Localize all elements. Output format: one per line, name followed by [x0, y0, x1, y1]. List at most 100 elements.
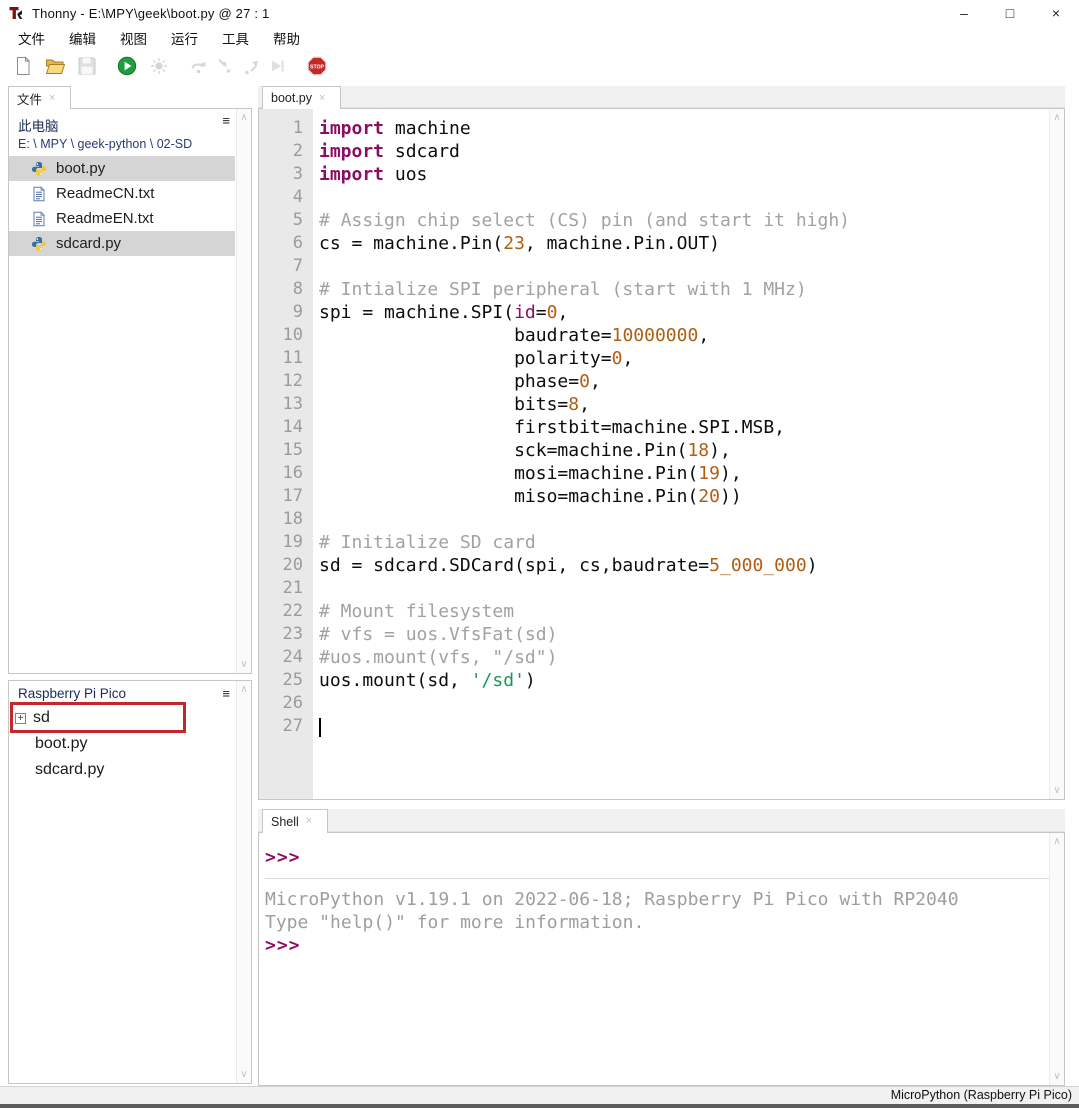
pico-panel-menu-icon[interactable]: ≡	[222, 687, 230, 700]
menu-edit[interactable]: 编辑	[59, 26, 106, 50]
shell-text: MicroPython v1.19.1 on 2022-06-18; Raspb…	[265, 889, 959, 910]
shell-prompt: >>>	[265, 847, 301, 868]
tab-files[interactable]: 文件 ×	[8, 86, 71, 109]
pico-panel-header: Raspberry Pi Pico	[9, 681, 251, 705]
code-line	[319, 692, 1049, 715]
line-number: 10	[259, 324, 303, 347]
scroll-down-icon[interactable]: ∨	[1050, 1071, 1064, 1082]
new-file-button[interactable]	[10, 53, 36, 79]
files-scrollbar[interactable]: ∧ ∨	[236, 109, 251, 673]
expander-plus-icon[interactable]: +	[15, 713, 26, 724]
line-number: 8	[259, 278, 303, 301]
code-line: # Assign chip select (CS) pin (and start…	[319, 209, 1049, 232]
token-str: '/sd'	[471, 670, 525, 691]
menu-run[interactable]: 运行	[161, 26, 208, 50]
menu-tools[interactable]: 工具	[212, 26, 259, 50]
editor-tabstrip	[258, 86, 1065, 108]
token-plain: , machine.Pin.OUT)	[525, 233, 720, 254]
text-cursor	[319, 718, 321, 737]
tab-shell[interactable]: Shell ×	[262, 809, 328, 833]
token-num: 23	[503, 233, 525, 254]
code-line: sd = sdcard.SDCard(spi, cs,baudrate=5_00…	[319, 554, 1049, 577]
token-plain: phase=	[319, 371, 579, 392]
token-plain: sck=machine.Pin(	[319, 440, 687, 461]
status-bar: MicroPython (Raspberry Pi Pico)	[0, 1086, 1079, 1104]
menu-help[interactable]: 帮助	[263, 26, 310, 50]
shell-prompt: >>>	[265, 935, 301, 956]
files-panel: 此电脑 E: \ MPY \ geek-python \ 02-SD ≡ boo…	[8, 108, 252, 674]
shell-prompt-line: >>>	[265, 846, 1049, 869]
shell-output[interactable]: >>> MicroPython v1.19.1 on 2022-06-18; Ra…	[259, 833, 1049, 1085]
svg-text:STOP: STOP	[310, 64, 325, 70]
file-list-item[interactable]: ReadmeEN.txt	[9, 206, 235, 231]
code-area[interactable]: import machineimport sdcardimport uos # …	[313, 109, 1049, 799]
token-plain: uos.mount(sd,	[319, 670, 471, 691]
code-line: sck=machine.Pin(18),	[319, 439, 1049, 462]
this-computer-label: 此电脑	[18, 115, 243, 135]
close-button[interactable]: ×	[1033, 5, 1079, 21]
line-number: 22	[259, 600, 303, 623]
file-list-item[interactable]: sdcard.py	[9, 231, 235, 256]
scroll-up-icon[interactable]: ∧	[237, 684, 251, 695]
token-plain: ),	[720, 463, 742, 484]
python-file-icon	[31, 161, 47, 177]
code-line	[319, 508, 1049, 531]
token-num: 20	[698, 486, 720, 507]
code-line: # vfs = uos.VfsFat(sd)	[319, 623, 1049, 646]
line-number: 11	[259, 347, 303, 370]
run-script-button[interactable]	[114, 53, 140, 79]
shell-scrollbar[interactable]: ∧ ∨	[1049, 833, 1064, 1085]
open-file-button[interactable]	[42, 53, 68, 79]
pico-scrollbar[interactable]: ∧ ∨	[236, 681, 251, 1083]
minimize-button[interactable]: –	[941, 5, 987, 21]
file-list-item[interactable]: boot.py	[9, 156, 235, 181]
tab-close-icon[interactable]: ×	[49, 93, 55, 104]
token-num: 8	[568, 394, 579, 415]
menu-file[interactable]: 文件	[8, 26, 55, 50]
line-number: 4	[259, 186, 303, 209]
code-line	[319, 577, 1049, 600]
window-title: Thonny - E:\MPY\geek\boot.py @ 27 : 1	[32, 6, 269, 21]
python-file-icon	[31, 236, 47, 252]
scroll-up-icon[interactable]: ∧	[237, 112, 251, 123]
maximize-button[interactable]: □	[987, 5, 1033, 21]
text-file-icon	[31, 186, 47, 202]
toolbar: STOP	[0, 50, 1079, 82]
scroll-down-icon[interactable]: ∨	[237, 659, 251, 670]
file-name-label: boot.py	[35, 735, 87, 753]
scroll-up-icon[interactable]: ∧	[1050, 112, 1064, 123]
file-list-item[interactable]: sdcard.py	[9, 757, 235, 783]
pico-list: +sd boot.py sdcard.py	[9, 705, 251, 783]
step-over-button	[186, 53, 212, 79]
token-plain: ,	[698, 325, 709, 346]
tab-close-icon[interactable]: ×	[319, 93, 325, 104]
file-list-item[interactable]: +sd	[9, 705, 235, 731]
current-path[interactable]: E: \ MPY \ geek-python \ 02-SD	[18, 137, 243, 151]
files-panel-menu-icon[interactable]: ≡	[222, 114, 230, 127]
file-list-item[interactable]: boot.py	[9, 731, 235, 757]
line-number: 24	[259, 646, 303, 669]
code-line: uos.mount(sd, '/sd')	[319, 669, 1049, 692]
token-plain: polarity=	[319, 348, 612, 369]
interpreter-status[interactable]: MicroPython (Raspberry Pi Pico)	[891, 1088, 1072, 1102]
tab-close-icon[interactable]: ×	[306, 816, 312, 827]
scroll-down-icon[interactable]: ∨	[1050, 785, 1064, 796]
token-plain: ))	[720, 486, 742, 507]
menu-view[interactable]: 视图	[110, 26, 157, 50]
stop-restart-button[interactable]: STOP	[304, 53, 330, 79]
shell-output-line: Type "help()" for more information.	[265, 911, 1049, 934]
token-plain: ),	[709, 440, 731, 461]
scroll-up-icon[interactable]: ∧	[1050, 836, 1064, 847]
file-name-label: boot.py	[47, 160, 105, 177]
token-plain: ,	[622, 348, 633, 369]
debug-script-button	[146, 53, 172, 79]
line-number: 17	[259, 485, 303, 508]
file-list-item[interactable]: ReadmeCN.txt	[9, 181, 235, 206]
token-com: # Initialize SD card	[319, 532, 536, 553]
tab-boot-py[interactable]: boot.py ×	[262, 86, 341, 109]
editor-scrollbar[interactable]: ∧ ∨	[1049, 109, 1064, 799]
token-plain: sd = sdcard.SDCard(spi, cs,baudrate=	[319, 555, 709, 576]
token-kw: import	[319, 164, 384, 185]
line-number: 1	[259, 117, 303, 140]
scroll-down-icon[interactable]: ∨	[237, 1069, 251, 1080]
